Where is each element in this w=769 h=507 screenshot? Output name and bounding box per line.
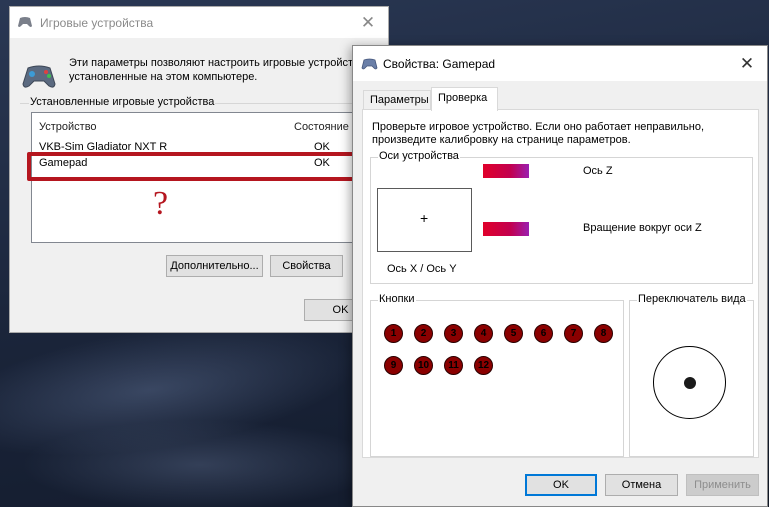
installed-devices-label: Установленные игровые устройства [29, 96, 216, 108]
buttons-group: Кнопки 1 2 3 4 5 6 7 8 9 10 11 12 [370, 293, 624, 457]
tab-test[interactable]: Проверка [431, 87, 498, 111]
title-bar: Игровые устройства ✕ [10, 7, 388, 38]
title-bar: Свойства: Gamepad ✕ [353, 46, 767, 81]
axes-group: Оси устройства + Ось X / Ось Y Ось Z Вра… [370, 150, 753, 284]
z-axis-bar [483, 164, 529, 178]
pov-group-label: Переключатель вида [637, 293, 747, 305]
description-text: Эти параметры позволяют настроить игровы… [69, 57, 368, 83]
pov-group: Переключатель вида [629, 293, 754, 457]
gamepad-button-indicator: 11 [444, 356, 463, 375]
column-header-device[interactable]: Устройство [39, 121, 97, 133]
axes-group-label: Оси устройства [378, 150, 460, 162]
question-mark-annotation: ? [153, 185, 169, 222]
gamepad-button-indicator: 10 [414, 356, 433, 375]
crosshair-icon: + [420, 210, 429, 226]
cancel-button[interactable]: Отмена [605, 474, 678, 496]
gamepad-button-indicator: 7 [564, 324, 583, 343]
test-tab-panel: Проверьте игровое устройство. Если оно р… [362, 109, 759, 458]
gamepad-button-indicator: 3 [444, 324, 463, 343]
gamepad-button-indicator: 4 [474, 324, 493, 343]
gamepad-button-indicator: 6 [534, 324, 553, 343]
gamepad-properties-window: Свойства: Gamepad ✕ Параметры Проверка П… [352, 45, 768, 507]
buttons-group-label: Кнопки [378, 293, 416, 305]
tab-parameters[interactable]: Параметры [363, 90, 431, 110]
gamepad-button-indicator: 2 [414, 324, 433, 343]
window-title: Свойства: Gamepad [383, 57, 496, 71]
game-controllers-window: Игровые устройства ✕ Эти параметры позво… [9, 6, 389, 333]
pov-position-dot [684, 377, 696, 389]
advanced-button[interactable]: Дополнительно... [166, 255, 263, 277]
gamepad-button-indicator: 5 [504, 324, 523, 343]
gamepad-button-indicator: 9 [384, 356, 403, 375]
intro-text: Проверьте игровое устройство. Если оно р… [372, 121, 705, 146]
gamepad-button-indicator: 12 [474, 356, 493, 375]
gamepad-button-indicator: 1 [384, 324, 403, 343]
gamepad-icon [22, 65, 56, 88]
z-rotation-bar [483, 222, 529, 236]
pov-hat-display [653, 346, 726, 419]
xy-axis-label: Ось X / Ось Y [387, 263, 457, 275]
gamepad-icon [18, 17, 32, 27]
xy-axis-display: + [377, 188, 472, 252]
gamepad-button-indicator: 8 [594, 324, 613, 343]
close-button[interactable]: ✕ [727, 46, 767, 81]
window-title: Игровые устройства [40, 16, 154, 30]
z-axis-label: Ось Z [583, 165, 613, 177]
ok-button[interactable]: OK [525, 474, 597, 496]
apply-button[interactable]: Применить [686, 474, 759, 496]
close-button[interactable]: ✕ [348, 7, 388, 38]
gamepad-icon [361, 58, 378, 70]
highlight-box [27, 152, 370, 181]
properties-button[interactable]: Свойства [270, 255, 343, 277]
z-rotation-label: Вращение вокруг оси Z [583, 222, 702, 234]
column-header-status[interactable]: Состояние [294, 121, 349, 133]
